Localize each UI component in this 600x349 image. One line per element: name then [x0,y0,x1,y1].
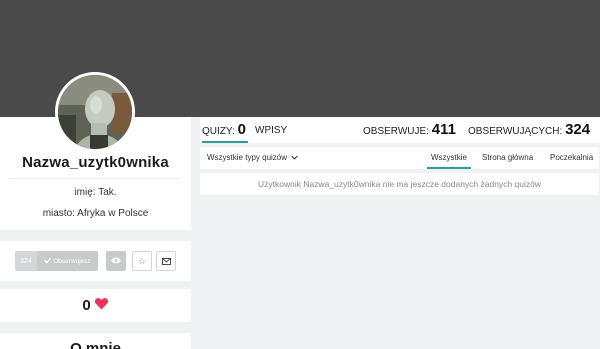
stat-obserwujacych-label: OBSERWUJĄCYCH: [468,126,563,137]
info-city-value: Afryka w Polsce [77,208,149,219]
empty-state-message: Użytkownik Nazwa_uzytk0wnika nie ma jesz… [258,179,541,189]
observe-button-label: Obserwujesz [53,257,91,265]
stat-wpisy-label: WPISY [255,125,288,136]
quiz-type-select[interactable]: Wszystkie typy quizów [207,153,298,162]
observe-button-group[interactable]: 324 Obserwujesz [15,251,98,271]
stat-wpisy[interactable]: WPISY [255,125,287,136]
heart-icon[interactable] [94,297,109,315]
about-card: O mnie [0,333,191,349]
stat-obserwujacych[interactable]: OBSERWUJĄCYCH: 324 [468,121,590,138]
active-filter-indicator [427,167,471,169]
eye-icon [111,256,121,266]
stat-obserwuje-label: OBSERWUJE: [363,126,429,137]
info-name-value: Tak. [98,187,117,198]
info-city: miasto: Afryka w Polsce [0,208,191,219]
quiz-type-select-value: Wszystkie typy quizów [207,153,288,162]
tab-poczekalnia-label: Poczekalnia [550,153,594,162]
stats-bar: QUIZY: 0 WPISY OBSERWUJE: 411 OBSERWUJĄC… [200,117,600,143]
tab-poczekalnia[interactable]: Poczekalnia [550,153,593,162]
tab-wszystkie-label: Wszystkie [431,153,467,162]
eye-button[interactable] [106,251,126,271]
star-button[interactable]: ☆ [132,251,152,271]
info-city-label: miasto: [42,208,75,219]
star-icon: ☆ [137,255,147,266]
info-name-label: imię: [74,187,96,198]
likes-count: 0 [82,297,91,314]
stat-quizy-count: 0 [237,121,246,138]
info-name: imię: Tak. [0,187,191,198]
mail-icon [161,252,171,270]
about-title: O mnie [70,340,121,349]
tab-strona-glowna-label: Strona główna [482,153,534,162]
stat-quizy[interactable]: QUIZY: 0 [202,121,248,143]
stat-quizy-label: QUIZY: [202,126,235,137]
tab-wszystkie[interactable]: Wszystkie [427,153,471,169]
filter-bar: Wszystkie typy quizów Wszystkie Strona g… [200,147,599,169]
observe-button[interactable]: Obserwujesz [37,251,98,271]
mail-button[interactable] [156,251,176,271]
profile-actions: 324 Obserwujesz ☆ [0,241,191,281]
stat-obserwuje[interactable]: OBSERWUJE: 411 [363,121,456,138]
likes-card: 0 [0,289,191,322]
check-icon [44,257,52,266]
chevron-down-icon [289,153,298,162]
empty-state: Użytkownik Nazwa_uzytk0wnika nie ma jesz… [200,173,599,195]
tab-strona-glowna[interactable]: Strona główna [482,153,533,162]
username: Nazwa_uzytk0wnika [22,154,169,171]
profile-card: Nazwa_uzytk0wnika imię: Tak. miasto: Afr… [0,72,191,230]
profile-sidebar: Nazwa_uzytk0wnika imię: Tak. miasto: Afr… [0,72,191,349]
stat-obserwujacych-count: 324 [565,121,591,138]
divider [10,178,181,179]
active-tab-indicator [202,141,248,143]
avatar[interactable] [55,72,135,152]
stat-obserwuje-count: 411 [431,121,456,138]
observers-count-badge[interactable]: 324 [15,251,37,271]
